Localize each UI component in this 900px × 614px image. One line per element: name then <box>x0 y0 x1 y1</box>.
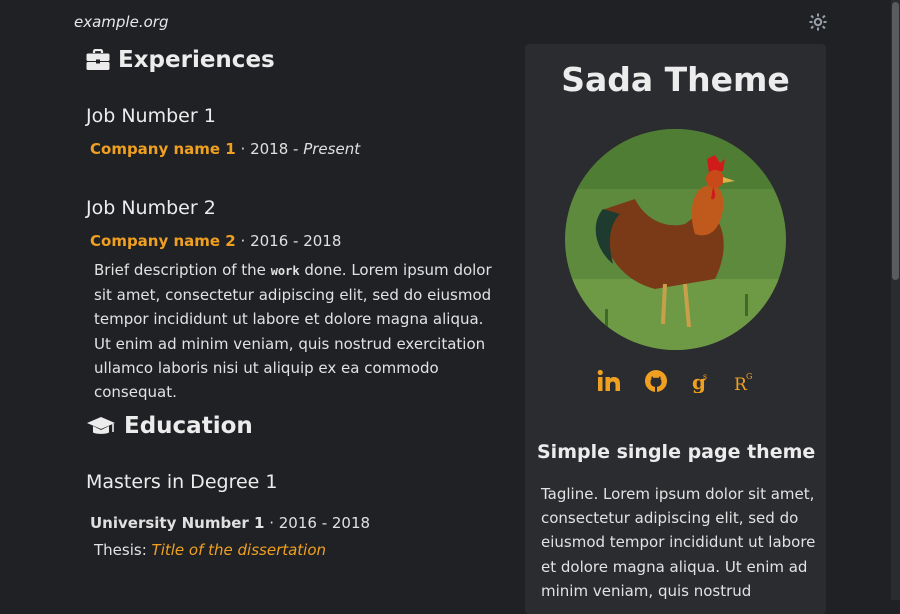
experiences-heading: Experiences <box>86 47 275 73</box>
github-icon[interactable] <box>644 369 668 393</box>
inline-code: work <box>270 264 300 278</box>
thesis-link[interactable]: Title of the dissertation <box>152 541 327 559</box>
tagline-title: Simple single page theme <box>537 441 816 463</box>
tagline-text: Tagline. Lorem ipsum dolor sit amet, con… <box>541 485 816 600</box>
job-start: 2018 <box>250 140 289 158</box>
job-end: 2018 <box>303 232 342 250</box>
company-name: Company name 2 <box>90 232 236 250</box>
degree-meta: University Number 1 · 2016 - 2018 <box>90 514 371 532</box>
svg-text:s: s <box>703 372 707 381</box>
company-name: Company name 1 <box>90 140 236 158</box>
sun-icon[interactable] <box>809 13 827 31</box>
scrollbar-thumb[interactable] <box>892 2 899 280</box>
site-link[interactable]: example.org <box>74 13 168 31</box>
researchgate-icon[interactable]: R G <box>732 369 756 393</box>
thesis-label: Thesis: <box>94 541 147 559</box>
graduation-cap-icon <box>87 417 115 434</box>
linkedin-icon[interactable] <box>597 369 621 393</box>
job-meta: Company name 1 · 2018 - Present <box>90 140 361 158</box>
thesis-line: Thesis: Title of the dissertation <box>94 541 326 559</box>
education-heading: Education <box>86 413 253 439</box>
university-name: University Number 1 <box>90 514 265 532</box>
job-description: Brief description of the work done. Lore… <box>94 261 492 402</box>
job-title: Job Number 2 <box>86 197 216 219</box>
degree-title: Masters in Degree 1 <box>86 471 278 493</box>
education-heading-text: Education <box>124 413 253 439</box>
sidebar-title: Sada Theme <box>561 60 790 99</box>
briefcase-icon <box>86 49 110 70</box>
job-title: Job Number 1 <box>86 105 216 127</box>
job-end: Present <box>303 140 361 158</box>
avatar <box>565 129 786 350</box>
job-meta: Company name 2 · 2016 - 2018 <box>90 232 342 250</box>
experiences-heading-text: Experiences <box>118 47 275 73</box>
google-scholar-icon[interactable]: g s <box>689 369 713 393</box>
profile-sidebar: Sada Theme g s R G Simple single page th… <box>525 44 826 614</box>
svg-text:G: G <box>746 372 752 381</box>
job-start: 2016 <box>250 232 289 250</box>
